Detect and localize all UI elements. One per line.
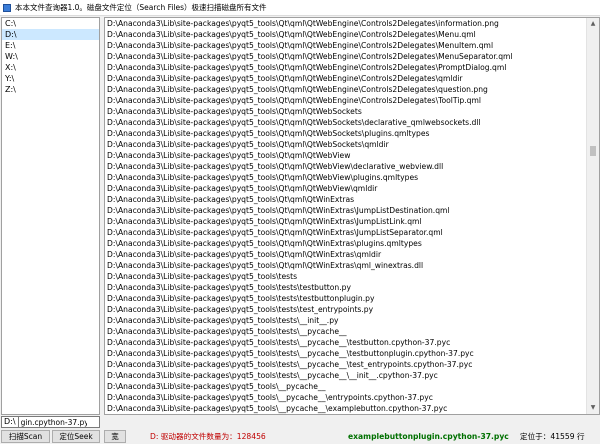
file-row[interactable]: D:\Anaconda3\Lib\site-packages\pyqt5_too… bbox=[105, 216, 587, 227]
file-row[interactable]: D:\Anaconda3\Lib\site-packages\pyqt5_too… bbox=[105, 95, 587, 106]
vertical-scrollbar[interactable]: ▲ ▼ bbox=[586, 18, 599, 414]
file-row[interactable]: D:\Anaconda3\Lib\site-packages\pyqt5_too… bbox=[105, 62, 587, 73]
file-row[interactable]: D:\Anaconda3\Lib\site-packages\pyqt5_too… bbox=[105, 172, 587, 183]
file-row[interactable]: D:\Anaconda3\Lib\site-packages\pyqt5_too… bbox=[105, 304, 587, 315]
file-list[interactable]: D:\Anaconda3\Lib\site-packages\pyqt5_too… bbox=[105, 18, 587, 414]
file-row[interactable]: D:\Anaconda3\Lib\site-packages\pyqt5_too… bbox=[105, 128, 587, 139]
file-row[interactable]: D:\Anaconda3\Lib\site-packages\pyqt5_too… bbox=[105, 40, 587, 51]
search-field[interactable]: D:\ bbox=[1, 416, 100, 428]
file-row[interactable]: D:\Anaconda3\Lib\site-packages\pyqt5_too… bbox=[105, 315, 587, 326]
scroll-up-arrow-icon[interactable]: ▲ bbox=[587, 18, 599, 30]
file-row[interactable]: D:\Anaconda3\Lib\site-packages\pyqt5_too… bbox=[105, 183, 587, 194]
scrollbar-thumb[interactable] bbox=[590, 146, 596, 156]
file-row[interactable]: D:\Anaconda3\Lib\site-packages\pyqt5_too… bbox=[105, 238, 587, 249]
file-row[interactable]: D:\Anaconda3\Lib\site-packages\pyqt5_too… bbox=[105, 18, 587, 29]
file-row[interactable]: D:\Anaconda3\Lib\site-packages\pyqt5_too… bbox=[105, 326, 587, 337]
drive-item[interactable]: Z:\ bbox=[2, 84, 99, 95]
drive-item[interactable]: Y:\ bbox=[2, 73, 99, 84]
file-row[interactable]: D:\Anaconda3\Lib\site-packages\pyqt5_too… bbox=[105, 403, 587, 414]
selected-file-status: examplebuttonplugin.cpython-37.pyc bbox=[348, 432, 509, 441]
scroll-down-arrow-icon[interactable]: ▼ bbox=[587, 402, 599, 414]
file-row[interactable]: D:\Anaconda3\Lib\site-packages\pyqt5_too… bbox=[105, 150, 587, 161]
file-row[interactable]: D:\Anaconda3\Lib\site-packages\pyqt5_too… bbox=[105, 271, 587, 282]
file-row[interactable]: D:\Anaconda3\Lib\site-packages\pyqt5_too… bbox=[105, 139, 587, 150]
file-row[interactable]: D:\Anaconda3\Lib\site-packages\pyqt5_too… bbox=[105, 51, 587, 62]
drive-item[interactable]: E:\ bbox=[2, 40, 99, 51]
file-row[interactable]: D:\Anaconda3\Lib\site-packages\pyqt5_too… bbox=[105, 381, 587, 392]
file-row[interactable]: D:\Anaconda3\Lib\site-packages\pyqt5_too… bbox=[105, 106, 587, 117]
search-input[interactable] bbox=[18, 417, 87, 427]
file-row[interactable]: D:\Anaconda3\Lib\site-packages\pyqt5_too… bbox=[105, 370, 587, 381]
scan-button[interactable]: 扫描Scan bbox=[1, 430, 50, 443]
title-bar: 本本文件查询器1.0。磁盘文件定位（Search Files）极速扫描磁盘所有文… bbox=[0, 0, 600, 16]
location-status: 定位于：41559 行 bbox=[520, 432, 585, 441]
window-title: 本本文件查询器1.0。磁盘文件定位（Search Files）极速扫描磁盘所有文… bbox=[15, 3, 267, 12]
file-row[interactable]: D:\Anaconda3\Lib\site-packages\pyqt5_too… bbox=[105, 84, 587, 95]
file-count-status: D: 驱动器的文件数量为：128456 bbox=[150, 432, 266, 441]
file-row[interactable]: D:\Anaconda3\Lib\site-packages\pyqt5_too… bbox=[105, 161, 587, 172]
file-row[interactable]: D:\Anaconda3\Lib\site-packages\pyqt5_too… bbox=[105, 205, 587, 216]
file-row[interactable]: D:\Anaconda3\Lib\site-packages\pyqt5_too… bbox=[105, 227, 587, 238]
width-button[interactable]: 宽 bbox=[104, 430, 126, 443]
file-list-panel[interactable]: D:\Anaconda3\Lib\site-packages\pyqt5_too… bbox=[104, 17, 600, 415]
file-row[interactable]: D:\Anaconda3\Lib\site-packages\pyqt5_too… bbox=[105, 293, 587, 304]
file-row[interactable]: D:\Anaconda3\Lib\site-packages\pyqt5_too… bbox=[105, 359, 587, 370]
drive-prefix-label: D:\ bbox=[2, 417, 19, 427]
drive-item[interactable]: X:\ bbox=[2, 62, 99, 73]
app-icon bbox=[3, 3, 11, 12]
file-row[interactable]: D:\Anaconda3\Lib\site-packages\pyqt5_too… bbox=[105, 194, 587, 205]
file-row[interactable]: D:\Anaconda3\Lib\site-packages\pyqt5_too… bbox=[105, 348, 587, 359]
drive-list[interactable]: C:\ D:\ E:\ W:\ X:\ Y:\ Z:\ bbox=[1, 17, 100, 415]
file-row[interactable]: D:\Anaconda3\Lib\site-packages\pyqt5_too… bbox=[105, 392, 587, 403]
file-row[interactable]: D:\Anaconda3\Lib\site-packages\pyqt5_too… bbox=[105, 73, 587, 84]
file-row[interactable]: D:\Anaconda3\Lib\site-packages\pyqt5_too… bbox=[105, 282, 587, 293]
file-row[interactable]: D:\Anaconda3\Lib\site-packages\pyqt5_too… bbox=[105, 260, 587, 271]
file-row[interactable]: D:\Anaconda3\Lib\site-packages\pyqt5_too… bbox=[105, 249, 587, 260]
file-row[interactable]: D:\Anaconda3\Lib\site-packages\pyqt5_too… bbox=[105, 29, 587, 40]
file-row[interactable]: D:\Anaconda3\Lib\site-packages\pyqt5_too… bbox=[105, 117, 587, 128]
drive-item[interactable]: W:\ bbox=[2, 51, 99, 62]
file-row[interactable]: D:\Anaconda3\Lib\site-packages\pyqt5_too… bbox=[105, 337, 587, 348]
drive-item[interactable]: D:\ bbox=[2, 29, 99, 40]
drive-item[interactable]: C:\ bbox=[2, 18, 99, 29]
seek-button[interactable]: 定位Seek bbox=[52, 430, 100, 443]
